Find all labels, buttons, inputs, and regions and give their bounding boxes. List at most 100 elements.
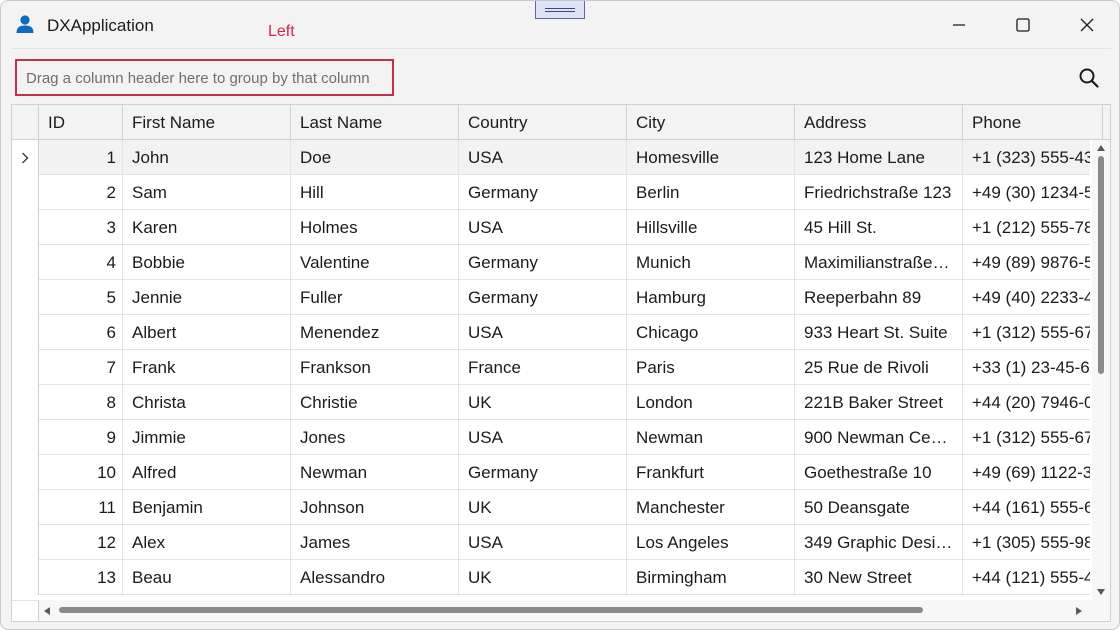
- cell-first-name[interactable]: John: [123, 140, 291, 175]
- cell-phone[interactable]: +49 (69) 1122-3: [963, 455, 1090, 490]
- cell-phone[interactable]: +44 (121) 555-4: [963, 560, 1090, 595]
- cell-first-name[interactable]: Benjamin: [123, 490, 291, 525]
- cell-country[interactable]: Germany: [459, 280, 627, 315]
- cell-city[interactable]: Newman: [627, 420, 795, 455]
- row-indicator[interactable]: [12, 490, 39, 525]
- cell-first-name[interactable]: Sam: [123, 175, 291, 210]
- cell-last-name[interactable]: James: [291, 525, 459, 560]
- cell-last-name[interactable]: Frankson: [291, 350, 459, 385]
- cell-address[interactable]: 45 Hill St.: [795, 210, 963, 245]
- cell-country[interactable]: USA: [459, 420, 627, 455]
- cell-last-name[interactable]: Holmes: [291, 210, 459, 245]
- search-icon[interactable]: [1077, 66, 1101, 90]
- row-indicator[interactable]: [12, 245, 39, 280]
- row-indicator[interactable]: [12, 420, 39, 455]
- cell-country[interactable]: USA: [459, 315, 627, 350]
- cell-country[interactable]: USA: [459, 210, 627, 245]
- cell-address[interactable]: Maximilianstraße 45: [795, 245, 963, 280]
- column-header-last-name[interactable]: Last Name: [291, 105, 459, 140]
- cell-id[interactable]: 10: [39, 455, 123, 490]
- cell-city[interactable]: Chicago: [627, 315, 795, 350]
- cell-id[interactable]: 8: [39, 385, 123, 420]
- cell-country[interactable]: Germany: [459, 245, 627, 280]
- row-indicator[interactable]: [12, 455, 39, 490]
- row-indicator[interactable]: [12, 280, 39, 315]
- row-indicator[interactable]: [12, 210, 39, 245]
- table-row[interactable]: 10 Alfred Newman Germany Frankfurt Goethestra…: [12, 455, 1090, 490]
- table-row[interactable]: 11 Benjamin Johnson UK Manchester 50 Deansga…: [12, 490, 1090, 525]
- column-header-address[interactable]: Address: [795, 105, 963, 140]
- table-row[interactable]: 3 Karen Holmes USA Hillsville 45 Hill St. +1 (…: [12, 210, 1090, 245]
- cell-city[interactable]: Munich: [627, 245, 795, 280]
- group-panel[interactable]: Drag a column header here to group by th…: [11, 48, 1111, 104]
- close-button[interactable]: [1055, 1, 1119, 48]
- table-row[interactable]: 12 Alex James USA Los Angeles 349 Graphic Des…: [12, 525, 1090, 560]
- cell-city[interactable]: Paris: [627, 350, 795, 385]
- cell-address[interactable]: 25 Rue de Rivoli: [795, 350, 963, 385]
- drag-handle[interactable]: [535, 1, 585, 19]
- cell-phone[interactable]: +44 (20) 7946-0: [963, 385, 1090, 420]
- table-row[interactable]: 6 Albert Menendez USA Chicago 933 Heart St. S…: [12, 315, 1090, 350]
- vertical-scroll-thumb[interactable]: [1098, 156, 1104, 374]
- cell-last-name[interactable]: Doe: [291, 140, 459, 175]
- cell-phone[interactable]: +33 (1) 23-45-6: [963, 350, 1090, 385]
- cell-last-name[interactable]: Fuller: [291, 280, 459, 315]
- scroll-left-icon[interactable]: [43, 606, 51, 616]
- cell-id[interactable]: 2: [39, 175, 123, 210]
- column-header-first-name[interactable]: First Name: [123, 105, 291, 140]
- column-header-country[interactable]: Country: [459, 105, 627, 140]
- cell-id[interactable]: 5: [39, 280, 123, 315]
- cell-city[interactable]: Los Angeles: [627, 525, 795, 560]
- cell-country[interactable]: Germany: [459, 455, 627, 490]
- cell-address[interactable]: Reeperbahn 89: [795, 280, 963, 315]
- cell-country[interactable]: Germany: [459, 175, 627, 210]
- cell-last-name[interactable]: Newman: [291, 455, 459, 490]
- cell-address[interactable]: 123 Home Lane: [795, 140, 963, 175]
- cell-first-name[interactable]: Frank: [123, 350, 291, 385]
- cell-address[interactable]: 900 Newman Cent...: [795, 420, 963, 455]
- scroll-up-icon[interactable]: [1096, 144, 1106, 152]
- horizontal-scrollbar[interactable]: [39, 600, 1092, 621]
- table-row[interactable]: 13 Beau Alessandro UK Birmingham 30 New Stree…: [12, 560, 1090, 595]
- table-row[interactable]: 7 Frank Frankson France Paris 25 Rue de Rivol…: [12, 350, 1090, 385]
- maximize-button[interactable]: [991, 1, 1055, 48]
- cell-country[interactable]: USA: [459, 525, 627, 560]
- row-indicator[interactable]: [12, 175, 39, 210]
- cell-address[interactable]: Friedrichstraße 123: [795, 175, 963, 210]
- cell-country[interactable]: UK: [459, 385, 627, 420]
- horizontal-scroll-thumb[interactable]: [59, 607, 923, 613]
- cell-address[interactable]: Goethestraße 10: [795, 455, 963, 490]
- cell-city[interactable]: Birmingham: [627, 560, 795, 595]
- cell-id[interactable]: 6: [39, 315, 123, 350]
- cell-last-name[interactable]: Valentine: [291, 245, 459, 280]
- table-row[interactable]: 1 John Doe USA Homesville 123 Home Lane +1 (32…: [12, 140, 1090, 175]
- cell-id[interactable]: 11: [39, 490, 123, 525]
- table-row[interactable]: 2 Sam Hill Germany Berlin Friedrichstraße 123…: [12, 175, 1090, 210]
- group-drop-area[interactable]: Drag a column header here to group by th…: [15, 59, 394, 96]
- cell-id[interactable]: 1: [39, 140, 123, 175]
- row-indicator[interactable]: [12, 385, 39, 420]
- cell-address[interactable]: 221B Baker Street: [795, 385, 963, 420]
- column-header-city[interactable]: City: [627, 105, 795, 140]
- cell-country[interactable]: USA: [459, 140, 627, 175]
- row-indicator[interactable]: [12, 350, 39, 385]
- cell-id[interactable]: 7: [39, 350, 123, 385]
- cell-phone[interactable]: +49 (40) 2233-4: [963, 280, 1090, 315]
- cell-phone[interactable]: +44 (161) 555-6: [963, 490, 1090, 525]
- cell-address[interactable]: 30 New Street: [795, 560, 963, 595]
- cell-city[interactable]: Hamburg: [627, 280, 795, 315]
- cell-id[interactable]: 4: [39, 245, 123, 280]
- cell-last-name[interactable]: Alessandro: [291, 560, 459, 595]
- cell-country[interactable]: UK: [459, 560, 627, 595]
- cell-city[interactable]: Frankfurt: [627, 455, 795, 490]
- cell-city[interactable]: Hillsville: [627, 210, 795, 245]
- row-indicator[interactable]: [12, 525, 39, 560]
- cell-id[interactable]: 13: [39, 560, 123, 595]
- row-indicator[interactable]: [12, 140, 39, 175]
- cell-first-name[interactable]: Jennie: [123, 280, 291, 315]
- cell-country[interactable]: France: [459, 350, 627, 385]
- cell-country[interactable]: UK: [459, 490, 627, 525]
- cell-id[interactable]: 12: [39, 525, 123, 560]
- table-row[interactable]: 8 Christa Christie UK London 221B Baker Stree…: [12, 385, 1090, 420]
- row-indicator[interactable]: [12, 315, 39, 350]
